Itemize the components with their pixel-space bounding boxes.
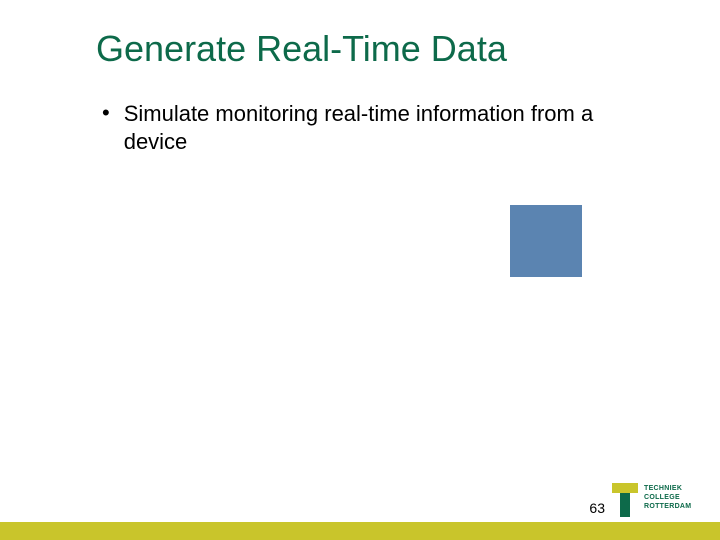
footer-logo: TECHNIEK COLLEGE ROTTERDAM xyxy=(612,478,712,522)
logo-line1: TECHNIEK xyxy=(644,484,691,493)
slide-title: Generate Real-Time Data xyxy=(96,28,507,70)
slide: Generate Real-Time Data • Simulate monit… xyxy=(0,0,720,540)
logo-subtext xyxy=(644,512,691,517)
bullet-text: Simulate monitoring real-time informatio… xyxy=(124,100,624,156)
bullet-marker: • xyxy=(102,102,110,124)
blue-placeholder-box xyxy=(510,205,582,277)
bullet-item: • Simulate monitoring real-time informat… xyxy=(102,100,660,156)
logo-text-block: TECHNIEK COLLEGE ROTTERDAM xyxy=(644,484,691,517)
page-number: 63 xyxy=(589,500,605,516)
footer-bar xyxy=(0,522,720,540)
logo-line3: ROTTERDAM xyxy=(644,502,691,511)
logo-line2: COLLEGE xyxy=(644,493,691,502)
logo-t-icon xyxy=(612,483,638,517)
